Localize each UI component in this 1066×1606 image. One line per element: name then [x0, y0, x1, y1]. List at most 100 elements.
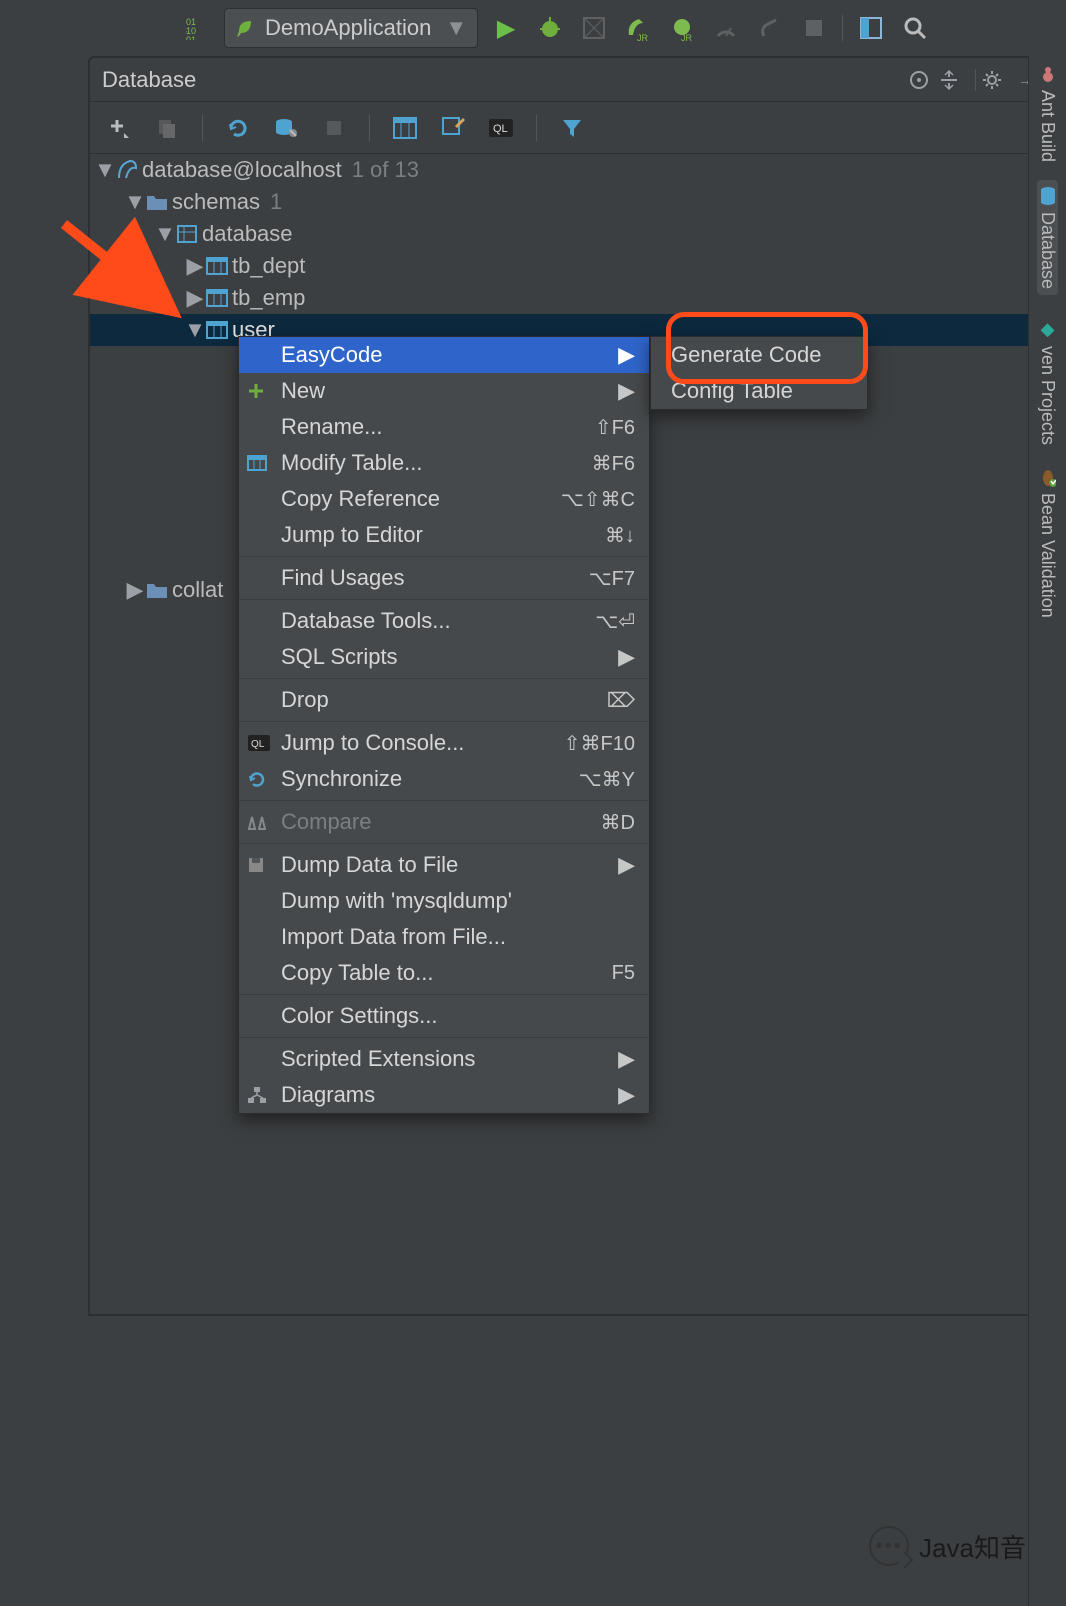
ctx-label: Copy Table to...	[281, 960, 433, 986]
collapse-arrow-icon[interactable]: ▶	[124, 577, 146, 603]
edit-icon[interactable]	[438, 113, 468, 143]
ctx-shortcut: ⌥⏎	[595, 609, 635, 634]
ctx-label: Import Data from File...	[281, 924, 506, 950]
ctx-item[interactable]: Rename...⇧F6	[239, 409, 649, 445]
layout-icon[interactable]	[855, 12, 887, 44]
debug-button[interactable]	[534, 12, 566, 44]
stop-button[interactable]	[798, 12, 830, 44]
tree-table-tb_dept[interactable]: ▶ tb_dept	[90, 250, 1054, 282]
coverage-button[interactable]	[578, 12, 610, 44]
ctx-item[interactable]: Scripted Extensions ▶	[239, 1041, 649, 1077]
ctx-label: Modify Table...	[281, 450, 422, 476]
datasource-props-icon[interactable]	[271, 113, 301, 143]
ctx-item: Compare⌘D	[239, 804, 649, 840]
filter-icon[interactable]	[557, 113, 587, 143]
ctx-item[interactable]: Copy Reference⌥⇧⌘C	[239, 481, 649, 517]
attach-icon[interactable]	[754, 12, 786, 44]
main-toolbar: 011001 DemoApplication ▼ ▶ JR JR	[0, 0, 1066, 56]
stop-sync-icon[interactable]	[319, 113, 349, 143]
ant-icon	[1039, 66, 1057, 84]
ctx-item[interactable]: Import Data from File...	[239, 919, 649, 955]
database-toolbar: QL	[90, 102, 1054, 154]
tree-root[interactable]: ▼ database@localhost 1 of 13	[90, 154, 1054, 186]
compare-icon	[247, 813, 273, 831]
expand-arrow-icon[interactable]: ▼	[124, 189, 146, 215]
console-icon[interactable]: QL	[486, 113, 516, 143]
tree-database-node[interactable]: ▼ database	[90, 218, 1054, 250]
expand-arrow-icon[interactable]: ▼	[154, 221, 176, 247]
jrebel-debug-icon[interactable]: JR	[666, 12, 698, 44]
tree-root-badge: 1 of 13	[352, 157, 419, 183]
tree-table-tb_emp[interactable]: ▶ tb_emp	[90, 282, 1054, 314]
ctx-item[interactable]: EasyCode▶	[239, 337, 649, 373]
database-icon	[1039, 186, 1057, 206]
right-tab-label: Ant Build	[1037, 90, 1058, 162]
schemas-count: 1	[270, 189, 282, 215]
target-icon[interactable]	[909, 70, 939, 90]
ctx-label: Rename...	[281, 414, 383, 440]
sync-icon	[247, 769, 273, 789]
profile-icon[interactable]	[710, 12, 742, 44]
svg-text:JR: JR	[681, 33, 693, 41]
ql-icon: QL	[247, 734, 273, 752]
submenu-generate-code[interactable]: Generate Code	[651, 337, 867, 373]
svg-text:JR: JR	[637, 33, 649, 41]
submenu-arrow-icon: ▶	[618, 342, 635, 368]
table-icon	[206, 257, 232, 275]
table-icon	[206, 321, 232, 339]
save-icon	[247, 856, 273, 874]
ctx-shortcut: ⌘F6	[592, 451, 635, 476]
submenu-label: Config Table	[671, 378, 793, 404]
table-label: tb_emp	[232, 285, 305, 311]
right-tab-ant-build[interactable]: Ant Build	[1037, 66, 1058, 162]
ctx-shortcut: ⇧⌘F10	[564, 731, 635, 756]
add-icon[interactable]	[104, 113, 134, 143]
submenu-config-table[interactable]: Config Table	[651, 373, 867, 409]
submenu-arrow-icon: ▶	[618, 378, 635, 404]
ctx-item[interactable]: Jump to Editor⌘↓	[239, 517, 649, 553]
ctx-item[interactable]: SQL Scripts▶	[239, 639, 649, 675]
run-config-label: DemoApplication	[265, 15, 431, 41]
binary-icon[interactable]: 011001	[180, 12, 212, 44]
tree-schemas[interactable]: ▼ schemas 1	[90, 186, 1054, 218]
svg-text:QL: QL	[251, 739, 265, 750]
ctx-item[interactable]: Dump with 'mysqldump'	[239, 883, 649, 919]
ctx-label: Scripted Extensions	[281, 1046, 475, 1072]
copy-icon[interactable]	[152, 113, 182, 143]
ctx-shortcut: F5	[612, 962, 635, 985]
submenu-arrow-icon: ▶	[618, 852, 635, 878]
ctx-item[interactable]: Drop⌦	[239, 682, 649, 718]
right-tab-maven[interactable]: ◆ ven Projects	[1037, 319, 1058, 445]
ctx-item[interactable]: Synchronize⌥⌘Y	[239, 761, 649, 797]
ctx-item[interactable]: Color Settings...	[239, 998, 649, 1034]
run-configuration-selector[interactable]: DemoApplication ▼	[224, 8, 478, 48]
run-button[interactable]: ▶	[490, 12, 522, 44]
ctx-item[interactable]: Dump Data to File▶	[239, 847, 649, 883]
ctx-label: Dump with 'mysqldump'	[281, 888, 512, 914]
table-view-icon[interactable]	[390, 113, 420, 143]
gear-icon[interactable]	[982, 70, 1012, 90]
wechat-icon: •••	[869, 1526, 909, 1566]
collapse-arrow-icon[interactable]: ▶	[184, 285, 206, 311]
ctx-shortcut: ⌦	[607, 688, 635, 713]
right-tab-bean-validation[interactable]: Bean Validation	[1037, 469, 1058, 618]
bean-icon	[1040, 469, 1056, 487]
folder-icon	[146, 193, 172, 211]
ctx-item[interactable]: Copy Table to... F5	[239, 955, 649, 991]
ctx-item[interactable]: Database Tools...⌥⏎	[239, 603, 649, 639]
ctx-item[interactable]: Modify Table... ⌘F6	[239, 445, 649, 481]
ctx-item[interactable]: QLJump to Console...⇧⌘F10	[239, 725, 649, 761]
expand-arrow-icon[interactable]: ▼	[94, 157, 116, 183]
table-label: tb_dept	[232, 253, 305, 279]
submenu-arrow-icon: ▶	[618, 1046, 635, 1072]
expand-arrow-icon[interactable]: ▼	[184, 317, 206, 343]
search-icon[interactable]	[899, 12, 931, 44]
split-icon[interactable]	[939, 70, 969, 90]
refresh-icon[interactable]	[223, 113, 253, 143]
right-tab-database[interactable]: Database	[1037, 180, 1058, 295]
ctx-item[interactable]: Find Usages⌥F7	[239, 560, 649, 596]
ctx-item[interactable]: New▶	[239, 373, 649, 409]
ctx-item[interactable]: Diagrams▶	[239, 1077, 649, 1113]
collapse-arrow-icon[interactable]: ▶	[184, 253, 206, 279]
jrebel-run-icon[interactable]: JR	[622, 12, 654, 44]
